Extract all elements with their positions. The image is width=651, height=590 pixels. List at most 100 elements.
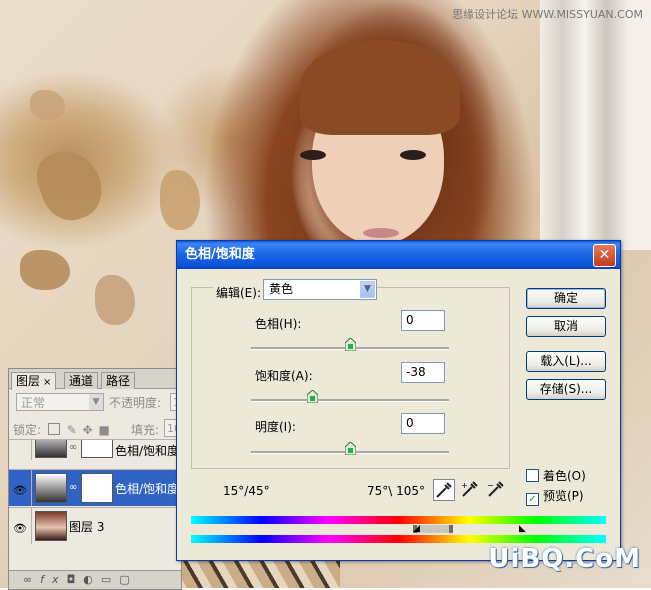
saturation-input[interactable]: -38 — [401, 362, 445, 383]
adjustment-thumbnail — [35, 440, 67, 458]
edit-select[interactable]: 黄色 ▼ — [263, 279, 377, 300]
eye-icon: 👁 — [13, 522, 27, 535]
edit-label: 编辑(E): — [213, 284, 264, 301]
layer-name: 色相/饱和度 — [115, 444, 180, 458]
tab-paths[interactable]: 路径 — [101, 372, 136, 389]
load-button[interactable]: 载入(L)... — [526, 351, 606, 372]
range-band[interactable] — [191, 525, 606, 535]
tab-paths-label: 路径 — [106, 374, 131, 388]
photo-railing — [540, 0, 651, 250]
eye-icon: 👁 — [13, 484, 27, 497]
link-icon: ∞ — [69, 442, 78, 453]
mask-thumbnail — [81, 440, 113, 458]
photo-eye — [400, 150, 426, 160]
colorize-checkbox[interactable]: 着色(O) — [526, 467, 586, 484]
mask-thumbnail — [81, 473, 113, 503]
fx-icon[interactable]: fx — [40, 573, 66, 586]
edit-value: 黄色 — [269, 282, 294, 296]
photo-eye — [300, 150, 326, 160]
chevron-down-icon: ▼ — [89, 394, 103, 410]
lock-all-icon[interactable]: ■ — [98, 423, 109, 437]
ok-button[interactable]: 确定 — [526, 288, 606, 309]
svg-text:−: − — [487, 481, 494, 490]
output-hue-bar — [191, 535, 606, 543]
preview-label: 预览(P) — [543, 489, 584, 503]
lock-label: 锁定: — [13, 423, 42, 437]
saturation-slider-thumb[interactable] — [307, 390, 318, 403]
lock-position-icon[interactable]: ✥ — [83, 423, 93, 437]
lightness-slider-track[interactable] — [251, 442, 449, 455]
layer-name: 图层 3 — [69, 520, 105, 534]
opacity-label: 不透明度: — [109, 396, 162, 410]
adjustment-thumbnail — [35, 473, 67, 503]
visibility-toggle[interactable] — [9, 440, 32, 460]
cancel-button[interactable]: 取消 — [526, 316, 606, 337]
photo-bangs — [300, 40, 460, 135]
new-layer-icon[interactable]: ▢ — [119, 573, 137, 586]
tab-layers-label: 图层 — [16, 374, 41, 388]
hue-slider-track[interactable] — [251, 338, 449, 351]
eyedropper-icon — [436, 482, 452, 498]
photo-wall-hole — [30, 90, 65, 120]
saturation-slider-track[interactable] — [251, 390, 449, 403]
mask-icon[interactable]: ◘ — [67, 573, 84, 586]
link-icon: ∞ — [69, 482, 78, 493]
layer-row-selected[interactable]: 👁 ∞ 色相/饱和度 — [9, 469, 181, 506]
range-handle[interactable] — [449, 525, 453, 533]
link-icon[interactable]: ∞ — [23, 573, 40, 586]
preview-checkbox[interactable]: ✓ 预览(P) — [526, 487, 584, 506]
input-hue-bar — [191, 516, 606, 524]
colorize-label: 着色(O) — [543, 469, 586, 483]
lightness-slider-thumb[interactable] — [345, 442, 356, 455]
range-falloff-left[interactable]: ◢ — [413, 524, 420, 534]
hue-slider-thumb[interactable] — [345, 338, 356, 351]
eyedropper-plus-icon: + — [461, 481, 478, 497]
close-icon: ✕ — [598, 247, 611, 263]
blend-mode-value: 正常 — [21, 396, 46, 410]
blend-mode-select[interactable]: 正常 ▼ — [16, 393, 104, 411]
lightness-input[interactable]: 0 — [401, 413, 445, 434]
tab-close-icon[interactable]: × — [43, 377, 51, 388]
hue-label: 色相(H): — [255, 317, 302, 331]
photo-lips — [363, 228, 399, 238]
layers-panel: 图层× 通道 路径 正常 ▼ 不透明度: 10 锁定: ✎ ✥ ■ 填充: 10… — [8, 368, 190, 590]
dialog-titlebar[interactable]: 色相/饱和度 — [177, 241, 620, 269]
close-button[interactable]: ✕ — [593, 244, 616, 267]
visibility-toggle[interactable]: 👁 — [9, 470, 32, 506]
photo-wall-hole — [95, 275, 135, 325]
adjustment-icon[interactable]: ◐ — [83, 573, 101, 586]
eyedropper-button[interactable] — [433, 479, 455, 501]
lock-transparent-icon[interactable] — [47, 423, 60, 435]
layer-row[interactable]: ∞ 色相/饱和度 — [9, 439, 181, 460]
svg-text:+: + — [461, 481, 468, 490]
layer-name: 色相/饱和度 — [115, 482, 180, 496]
range-falloff-right[interactable]: ◣ — [519, 524, 526, 534]
watermark-top: 思缘设计论坛 WWW.MISSYUAN.COM — [452, 8, 643, 21]
fill-label: 填充: — [131, 423, 160, 437]
hue-saturation-dialog: 色相/饱和度 ✕ 编辑(E): 黄色 ▼ 色相(H): 0 饱和度(A): -3… — [176, 240, 621, 561]
range-left-readout: 15°/45° — [223, 484, 270, 498]
layers-panel-footer: ∞fx◘◐▭▢ — [9, 570, 181, 589]
lightness-label: 明度(I): — [255, 420, 296, 434]
eyedropper-minus-icon: − — [487, 481, 504, 497]
subtract-eyedropper-button[interactable]: − — [486, 479, 508, 501]
tab-channels-label: 通道 — [69, 374, 94, 388]
save-button[interactable]: 存储(S)... — [526, 379, 606, 400]
tab-layers[interactable]: 图层 × — [11, 372, 57, 390]
photo-wall-hole — [20, 250, 70, 290]
visibility-toggle[interactable]: 👁 — [9, 508, 32, 544]
saturation-label: 饱和度(A): — [255, 369, 313, 383]
watermark-bottom: UiBQ.CoM — [488, 544, 641, 574]
lock-image-icon[interactable]: ✎ — [67, 423, 77, 437]
add-eyedropper-button[interactable]: + — [460, 479, 482, 501]
folder-icon[interactable]: ▭ — [101, 573, 119, 586]
chevron-down-icon: ▼ — [360, 281, 375, 298]
checkmark-icon: ✓ — [526, 493, 539, 506]
range-right-readout: 75°\ 105° — [367, 484, 426, 498]
hue-input[interactable]: 0 — [401, 310, 445, 331]
checkbox-box — [526, 469, 539, 482]
image-thumbnail — [35, 511, 67, 541]
layer-row[interactable]: 👁 图层 3 — [9, 507, 181, 544]
tab-channels[interactable]: 通道 — [64, 372, 99, 389]
layers-panel-tabs: 图层 × 通道 路径 — [9, 369, 181, 390]
